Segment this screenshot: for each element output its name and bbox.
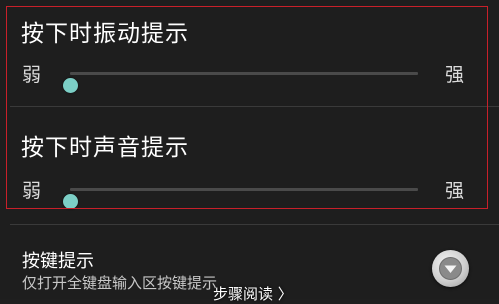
key-hint-title: 按键提示 — [22, 251, 94, 272]
sound-max-label: 强 — [445, 180, 465, 202]
vibration-slider-thumb[interactable] — [63, 78, 78, 93]
vibration-title: 按下时振动提示 — [21, 21, 189, 47]
sound-slider-thumb[interactable] — [63, 194, 78, 209]
sound-min-label: 弱 — [22, 180, 42, 202]
divider — [10, 106, 499, 107]
sound-slider-row: 弱 强 — [0, 176, 499, 209]
chevron-down-circle-icon — [439, 257, 462, 280]
key-hint-dropdown-button[interactable] — [432, 250, 469, 287]
sound-title: 按下时声音提示 — [21, 135, 189, 161]
divider — [10, 224, 499, 225]
vibration-slider-row: 弱 强 — [0, 60, 499, 93]
key-hint-description: 仅打开全键盘输入区按键提示 — [22, 274, 218, 292]
sound-slider[interactable] — [63, 188, 418, 209]
settings-screen: 按下时振动提示 弱 强 按下时声音提示 弱 强 按键提示 仅打开全键盘输入区按键… — [0, 0, 499, 303]
vibration-max-label: 强 — [445, 64, 465, 86]
step-reading-caption[interactable]: 步骤阅读 〉 — [213, 283, 293, 304]
vibration-min-label: 弱 — [22, 64, 42, 86]
vibration-slider[interactable] — [63, 72, 418, 93]
